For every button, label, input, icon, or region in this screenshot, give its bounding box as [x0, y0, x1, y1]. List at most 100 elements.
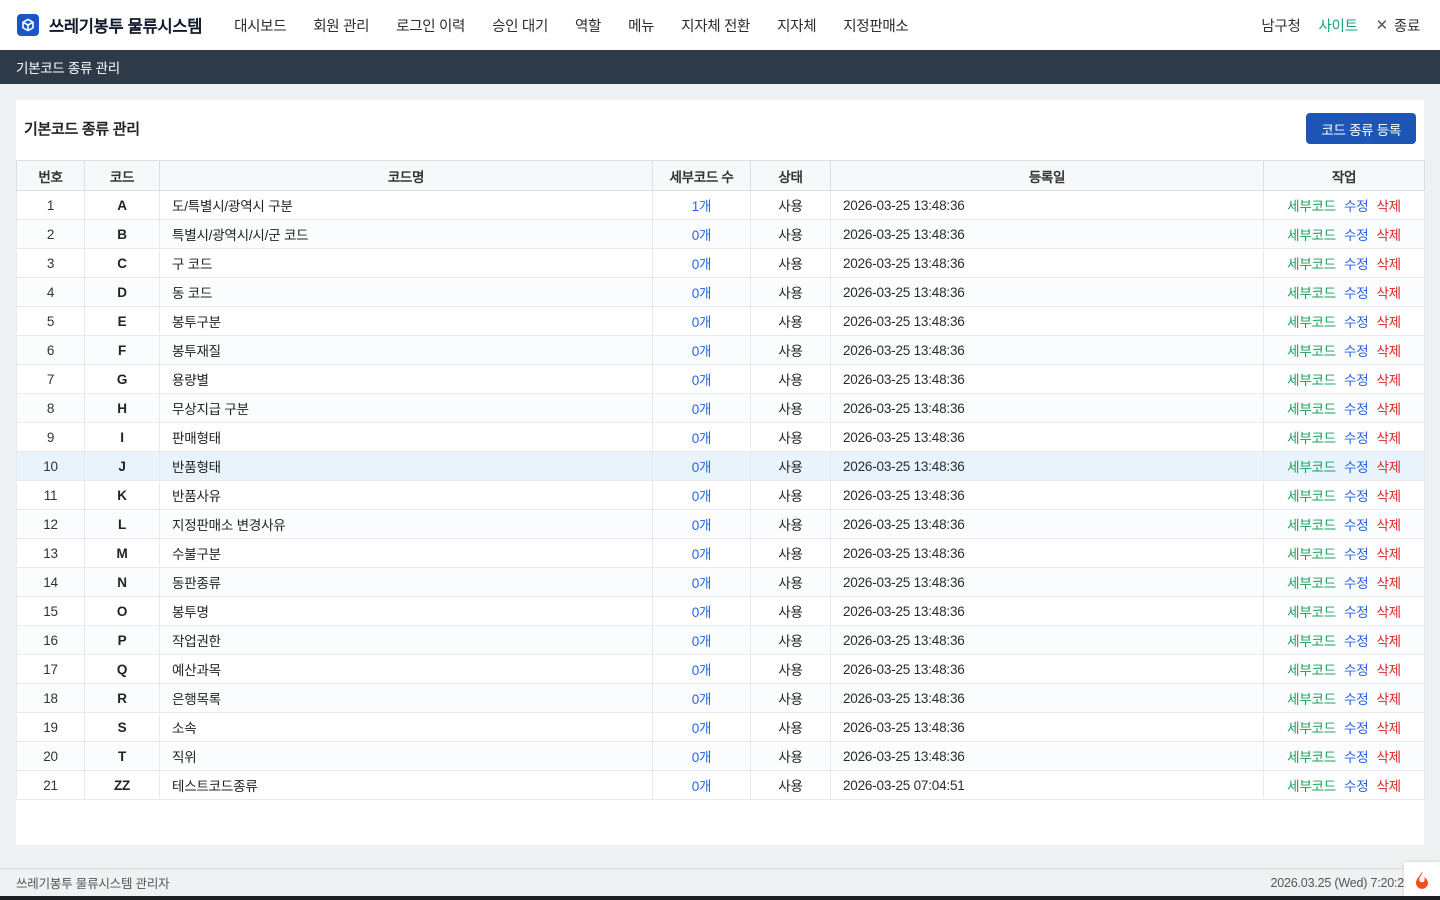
edit-link[interactable]: 수정	[1344, 721, 1368, 736]
subcode-count-link[interactable]: 0개	[692, 634, 712, 649]
subcode-link[interactable]: 세부코드	[1287, 605, 1336, 620]
edit-link[interactable]: 수정	[1344, 431, 1368, 446]
subcode-count-link[interactable]: 0개	[692, 605, 712, 620]
row-status: 사용	[751, 365, 831, 394]
subcode-count-link[interactable]: 0개	[692, 692, 712, 707]
edit-link[interactable]: 수정	[1344, 460, 1368, 475]
subcode-count-link[interactable]: 0개	[692, 489, 712, 504]
delete-link[interactable]: 삭제	[1376, 489, 1400, 504]
edit-link[interactable]: 수정	[1344, 547, 1368, 562]
subcode-link[interactable]: 세부코드	[1287, 257, 1336, 272]
subcode-count-link[interactable]: 0개	[692, 750, 712, 765]
subcode-link[interactable]: 세부코드	[1287, 547, 1336, 562]
subcode-count-link[interactable]: 0개	[692, 228, 712, 243]
delete-link[interactable]: 삭제	[1376, 605, 1400, 620]
delete-link[interactable]: 삭제	[1376, 663, 1400, 678]
subcode-link[interactable]: 세부코드	[1287, 692, 1336, 707]
delete-link[interactable]: 삭제	[1376, 692, 1400, 707]
subcode-link[interactable]: 세부코드	[1287, 460, 1336, 475]
edit-link[interactable]: 수정	[1344, 315, 1368, 330]
subcode-link[interactable]: 세부코드	[1287, 286, 1336, 301]
edit-link[interactable]: 수정	[1344, 228, 1368, 243]
subcode-count-link[interactable]: 0개	[692, 315, 712, 330]
subcode-link[interactable]: 세부코드	[1287, 663, 1336, 678]
nav-item-login-history[interactable]: 로그인 이력	[396, 15, 465, 36]
subcode-count-link[interactable]: 0개	[692, 431, 712, 446]
subcode-link[interactable]: 세부코드	[1287, 228, 1336, 243]
register-code-type-button[interactable]: 코드 종류 등록	[1306, 113, 1416, 144]
subcode-count-link[interactable]: 1개	[692, 199, 712, 214]
edit-link[interactable]: 수정	[1344, 692, 1368, 707]
site-link[interactable]: 사이트	[1319, 15, 1358, 36]
delete-link[interactable]: 삭제	[1376, 286, 1400, 301]
edit-link[interactable]: 수정	[1344, 373, 1368, 388]
row-actions: 세부코드 수정 삭제	[1264, 568, 1425, 597]
edit-link[interactable]: 수정	[1344, 518, 1368, 533]
nav-item-dashboard[interactable]: 대시보드	[234, 15, 286, 36]
edit-link[interactable]: 수정	[1344, 750, 1368, 765]
edit-link[interactable]: 수정	[1344, 634, 1368, 649]
subcode-link[interactable]: 세부코드	[1287, 373, 1336, 388]
table-row: 6F봉투재질0개사용2026-03-25 13:48:36세부코드수정삭제	[17, 336, 1425, 365]
edit-link[interactable]: 수정	[1344, 286, 1368, 301]
subcode-count-link[interactable]: 0개	[692, 721, 712, 736]
subcode-link[interactable]: 세부코드	[1287, 489, 1336, 504]
nav-item-menu[interactable]: 메뉴	[628, 15, 654, 36]
edit-link[interactable]: 수정	[1344, 605, 1368, 620]
subcode-link[interactable]: 세부코드	[1287, 721, 1336, 736]
subcode-link[interactable]: 세부코드	[1287, 518, 1336, 533]
edit-link[interactable]: 수정	[1344, 402, 1368, 417]
edit-link[interactable]: 수정	[1344, 344, 1368, 359]
subcode-count-link[interactable]: 0개	[692, 547, 712, 562]
subcode-link[interactable]: 세부코드	[1287, 431, 1336, 446]
subcode-count-link[interactable]: 0개	[692, 286, 712, 301]
edit-link[interactable]: 수정	[1344, 489, 1368, 504]
delete-link[interactable]: 삭제	[1376, 344, 1400, 359]
delete-link[interactable]: 삭제	[1376, 199, 1400, 214]
flame-icon[interactable]	[1404, 862, 1440, 898]
subcode-count-link[interactable]: 0개	[692, 779, 712, 794]
edit-link[interactable]: 수정	[1344, 663, 1368, 678]
delete-link[interactable]: 삭제	[1376, 431, 1400, 446]
subcode-link[interactable]: 세부코드	[1287, 315, 1336, 330]
subcode-count-link[interactable]: 0개	[692, 373, 712, 388]
delete-link[interactable]: 삭제	[1376, 402, 1400, 417]
subcode-link[interactable]: 세부코드	[1287, 199, 1336, 214]
subcode-count-link[interactable]: 0개	[692, 460, 712, 475]
nav-item-roles[interactable]: 역할	[575, 15, 601, 36]
subcode-count-link[interactable]: 0개	[692, 402, 712, 417]
delete-link[interactable]: 삭제	[1376, 315, 1400, 330]
edit-link[interactable]: 수정	[1344, 199, 1368, 214]
subcode-link[interactable]: 세부코드	[1287, 344, 1336, 359]
subcode-link[interactable]: 세부코드	[1287, 634, 1336, 649]
delete-link[interactable]: 삭제	[1376, 779, 1400, 794]
nav-item-municipality[interactable]: 지자체	[777, 15, 816, 36]
delete-link[interactable]: 삭제	[1376, 634, 1400, 649]
edit-link[interactable]: 수정	[1344, 576, 1368, 591]
nav-item-designated-stores[interactable]: 지정판매소	[843, 15, 908, 36]
delete-link[interactable]: 삭제	[1376, 228, 1400, 243]
subcode-count-link[interactable]: 0개	[692, 663, 712, 678]
delete-link[interactable]: 삭제	[1376, 750, 1400, 765]
delete-link[interactable]: 삭제	[1376, 721, 1400, 736]
subcode-link[interactable]: 세부코드	[1287, 576, 1336, 591]
delete-link[interactable]: 삭제	[1376, 373, 1400, 388]
nav-item-members[interactable]: 회원 관리	[313, 15, 369, 36]
subcode-count-link[interactable]: 0개	[692, 257, 712, 272]
subcode-count-link[interactable]: 0개	[692, 344, 712, 359]
edit-link[interactable]: 수정	[1344, 257, 1368, 272]
delete-link[interactable]: 삭제	[1376, 518, 1400, 533]
nav-item-approval-pending[interactable]: 승인 대기	[492, 15, 548, 36]
logout-link[interactable]: ✕ 종료	[1376, 15, 1420, 36]
subcode-link[interactable]: 세부코드	[1287, 750, 1336, 765]
delete-link[interactable]: 삭제	[1376, 460, 1400, 475]
delete-link[interactable]: 삭제	[1376, 547, 1400, 562]
subcode-count-link[interactable]: 0개	[692, 576, 712, 591]
subcode-link[interactable]: 세부코드	[1287, 779, 1336, 794]
subcode-link[interactable]: 세부코드	[1287, 402, 1336, 417]
edit-link[interactable]: 수정	[1344, 779, 1368, 794]
subcode-count-link[interactable]: 0개	[692, 518, 712, 533]
nav-item-municipality-switch[interactable]: 지자체 전환	[681, 15, 750, 36]
delete-link[interactable]: 삭제	[1376, 576, 1400, 591]
delete-link[interactable]: 삭제	[1376, 257, 1400, 272]
